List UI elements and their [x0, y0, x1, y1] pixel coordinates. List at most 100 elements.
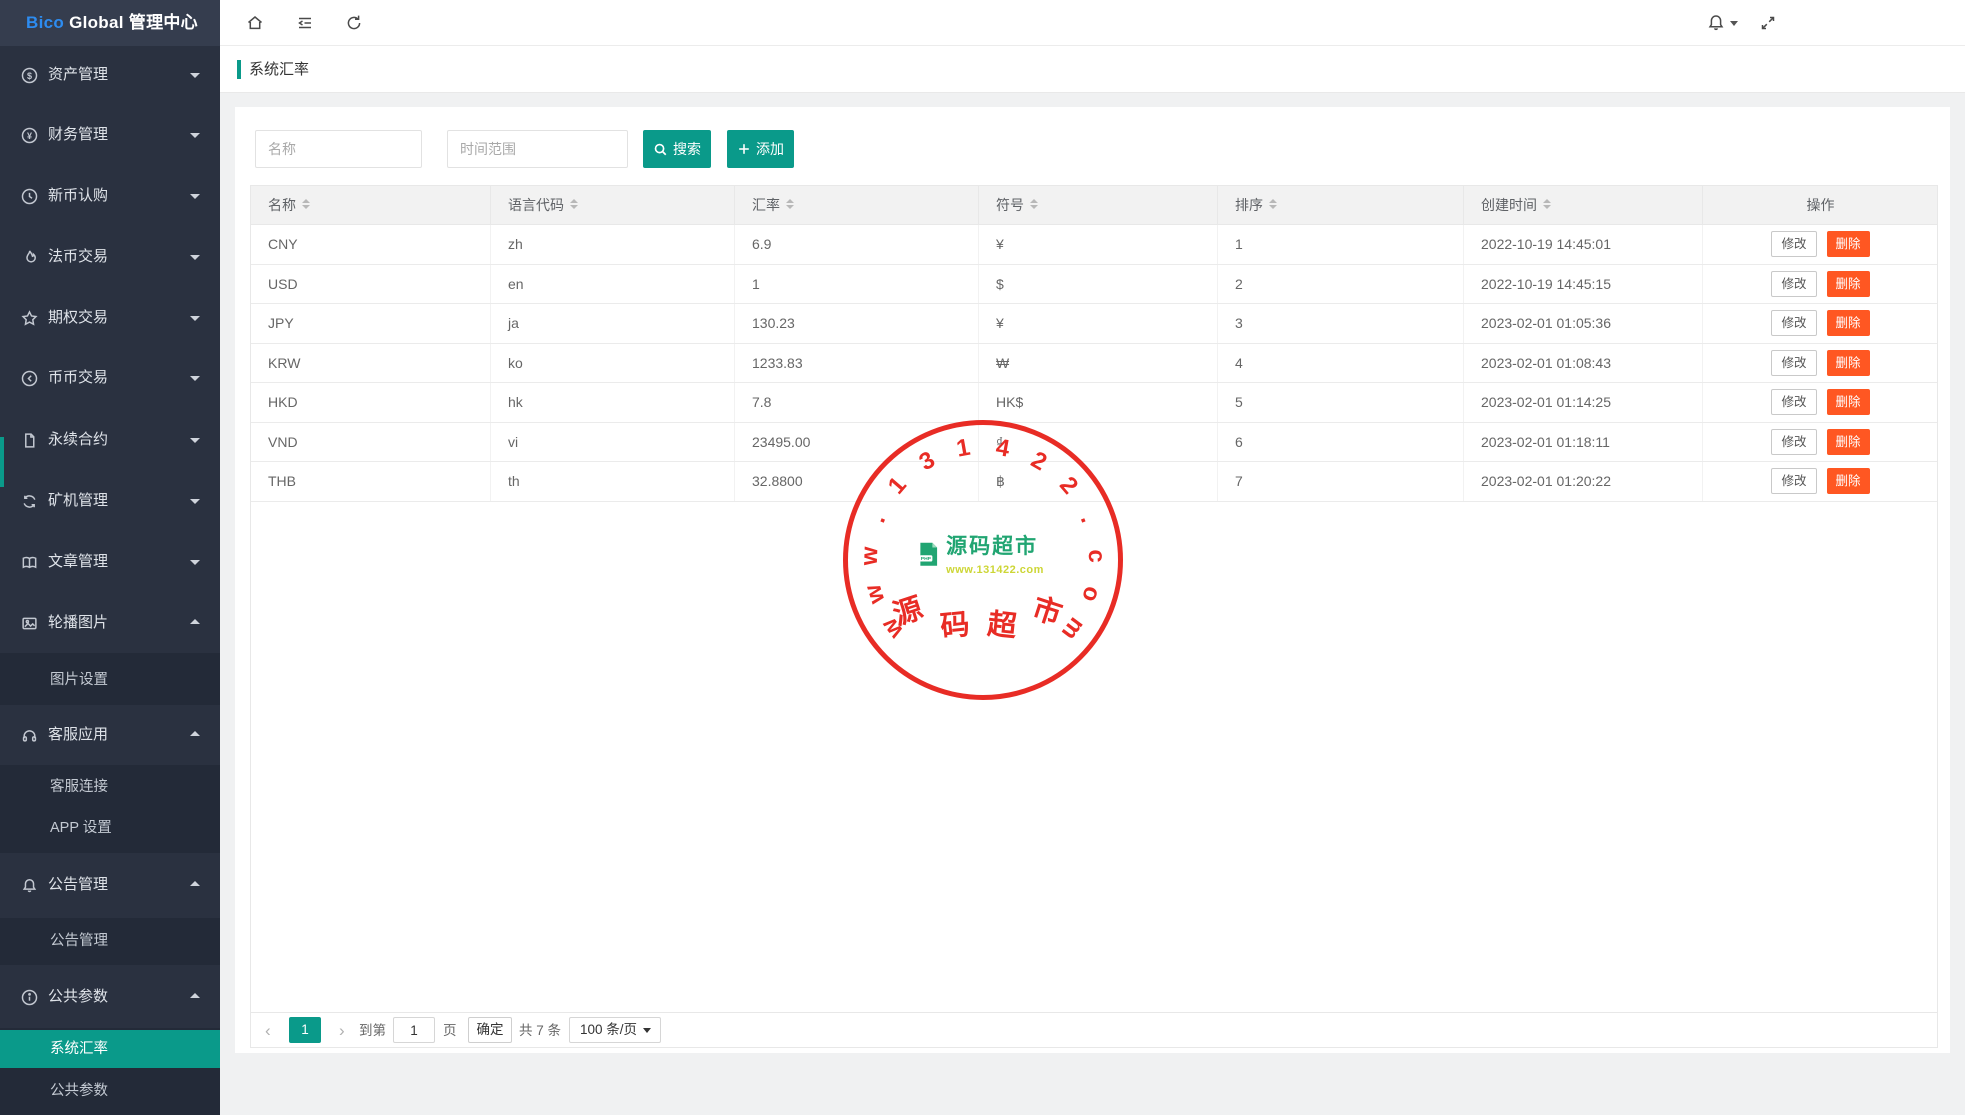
cycle-arrows-icon: [21, 481, 39, 521]
sidebar-sub-app-settings[interactable]: APP 设置: [0, 808, 220, 848]
col-header-order[interactable]: 排序: [1218, 186, 1464, 224]
page-size-select[interactable]: 100 条/页: [569, 1017, 661, 1043]
col-header-created[interactable]: 创建时间: [1464, 186, 1703, 224]
delete-button[interactable]: 删除: [1827, 231, 1870, 257]
goto-page-input[interactable]: [393, 1017, 435, 1043]
col-header-rate[interactable]: 汇率: [735, 186, 979, 224]
name-filter-input[interactable]: [255, 130, 422, 168]
chevron-down-icon: [190, 560, 200, 565]
edit-button[interactable]: 修改: [1771, 468, 1816, 494]
sidebar-item-assets[interactable]: $ 资产管理: [0, 55, 220, 95]
sidebar-item-spot-trade[interactable]: 币币交易: [0, 358, 220, 398]
goto-suffix-label: 页: [443, 1013, 457, 1048]
sort-icon[interactable]: [1543, 199, 1551, 209]
app-logo: Bico Global 管理中心: [0, 0, 220, 46]
date-range-input[interactable]: [447, 130, 628, 168]
refresh-icon[interactable]: [344, 13, 364, 33]
admin-console: Bico Global 管理中心 $ 资产管理 ¥ 财务管理 新币认购 法币交易: [0, 0, 1965, 1115]
chevron-up-icon: [190, 881, 200, 886]
edit-button[interactable]: 修改: [1771, 271, 1816, 297]
prev-page-button[interactable]: ‹: [265, 1013, 279, 1048]
add-button[interactable]: 添加: [727, 130, 794, 168]
edit-button[interactable]: 修改: [1771, 310, 1816, 336]
table-header-row: 名称 语言代码 汇率 符号 排序 创建时间 操作: [251, 186, 1937, 225]
sidebar-sub-support-link[interactable]: 客服连接: [0, 767, 220, 807]
delete-button[interactable]: 删除: [1827, 310, 1870, 336]
rates-table: 名称 语言代码 汇率 符号 排序 创建时间 操作 CNY zh 6.9 ¥ 1 …: [250, 185, 1938, 1048]
chevron-down-icon: [190, 376, 200, 381]
coin-swap-icon: [21, 358, 39, 398]
col-header-actions: 操作: [1703, 186, 1938, 224]
clock-icon: [21, 176, 39, 216]
delete-button[interactable]: 删除: [1827, 389, 1870, 415]
chevron-up-icon: [190, 619, 200, 624]
delete-button[interactable]: 删除: [1827, 468, 1870, 494]
sidebar-item-articles[interactable]: 文章管理: [0, 542, 220, 582]
sort-icon[interactable]: [302, 199, 310, 209]
sidebar-item-mining[interactable]: 矿机管理: [0, 481, 220, 521]
logo-brand: Bico: [26, 13, 64, 32]
notification-bell-icon[interactable]: [1706, 13, 1726, 33]
sidebar-sub-public-params[interactable]: 公共参数: [0, 1071, 220, 1111]
edit-button[interactable]: 修改: [1771, 231, 1816, 257]
table-row[interactable]: CNY zh 6.9 ¥ 1 2022-10-19 14:45:01 修改删除: [251, 225, 1937, 265]
sort-icon[interactable]: [1269, 199, 1277, 209]
chevron-down-icon: [190, 499, 200, 504]
bell-icon: [21, 865, 39, 905]
table-row[interactable]: HKD hk 7.8 HK$ 5 2023-02-01 01:14:25 修改删…: [251, 383, 1937, 423]
delete-button[interactable]: 删除: [1827, 271, 1870, 297]
total-count-label: 共 7 条: [519, 1013, 561, 1048]
sidebar-item-fiat-trade[interactable]: 法币交易: [0, 237, 220, 277]
sidebar: Bico Global 管理中心 $ 资产管理 ¥ 财务管理 新币认购 法币交易: [0, 0, 220, 1115]
sidebar-item-perpetual[interactable]: 永续合约: [0, 420, 220, 460]
sidebar-scrollbar-thumb[interactable]: [0, 437, 4, 487]
headset-icon: [21, 715, 39, 755]
chevron-down-icon: [190, 255, 200, 260]
dollar-circle-icon: $: [21, 55, 39, 95]
chevron-up-icon: [190, 731, 200, 736]
flame-icon: [21, 237, 39, 277]
table-row[interactable]: THB th 32.8800 ฿ 7 2023-02-01 01:20:22 修…: [251, 462, 1937, 502]
table-row[interactable]: VND vi 23495.00 ₫ 6 2023-02-01 01:18:11 …: [251, 423, 1937, 463]
collapse-menu-icon[interactable]: [295, 13, 315, 33]
edit-button[interactable]: 修改: [1771, 350, 1816, 376]
sidebar-item-announcement[interactable]: 公告管理: [0, 865, 220, 905]
sort-icon[interactable]: [786, 199, 794, 209]
col-header-name[interactable]: 名称: [251, 186, 491, 224]
table-row[interactable]: JPY ja 130.23 ¥ 3 2023-02-01 01:05:36 修改…: [251, 304, 1937, 344]
search-button[interactable]: 搜索: [643, 130, 711, 168]
sidebar-item-public-params[interactable]: 公共参数: [0, 977, 220, 1017]
chevron-down-icon: [190, 73, 200, 78]
sort-icon[interactable]: [570, 199, 578, 209]
home-icon[interactable]: [245, 13, 265, 33]
goto-prefix-label: 到第: [359, 1013, 386, 1048]
sidebar-sub-announcement[interactable]: 公告管理: [0, 921, 220, 961]
table-row[interactable]: USD en 1 $ 2 2022-10-19 14:45:15 修改删除: [251, 265, 1937, 305]
edit-button[interactable]: 修改: [1771, 429, 1816, 455]
fullscreen-icon[interactable]: [1758, 13, 1778, 33]
sidebar-item-options-trade[interactable]: 期权交易: [0, 298, 220, 338]
star-icon: [21, 298, 39, 338]
confirm-page-button[interactable]: 确定: [468, 1017, 512, 1043]
image-icon: [21, 603, 39, 643]
delete-button[interactable]: 删除: [1827, 350, 1870, 376]
next-page-button[interactable]: ›: [339, 1013, 353, 1048]
content-card: 搜索 添加 名称 语言代码 汇率 符号 排序 创建时间 操作 CNY zh 6.…: [235, 107, 1950, 1053]
sidebar-item-carousel[interactable]: 轮播图片: [0, 603, 220, 643]
sidebar-item-support[interactable]: 客服应用: [0, 715, 220, 755]
sidebar-sub-system-rates[interactable]: 系统汇率: [0, 1030, 220, 1068]
sidebar-sub-image-settings[interactable]: 图片设置: [0, 660, 220, 700]
plus-icon: [737, 142, 751, 156]
page-title: 系统汇率: [249, 46, 309, 93]
edit-button[interactable]: 修改: [1771, 389, 1816, 415]
col-header-symbol[interactable]: 符号: [979, 186, 1218, 224]
table-row[interactable]: KRW ko 1233.83 ₩ 4 2023-02-01 01:08:43 修…: [251, 344, 1937, 384]
sort-icon[interactable]: [1030, 199, 1038, 209]
delete-button[interactable]: 删除: [1827, 429, 1870, 455]
sidebar-item-new-coin[interactable]: 新币认购: [0, 176, 220, 216]
current-page-button[interactable]: 1: [289, 1017, 321, 1043]
chevron-down-icon: [190, 316, 200, 321]
bell-dropdown-caret-icon[interactable]: [1730, 21, 1738, 26]
col-header-lang[interactable]: 语言代码: [491, 186, 735, 224]
sidebar-item-finance[interactable]: ¥ 财务管理: [0, 115, 220, 155]
